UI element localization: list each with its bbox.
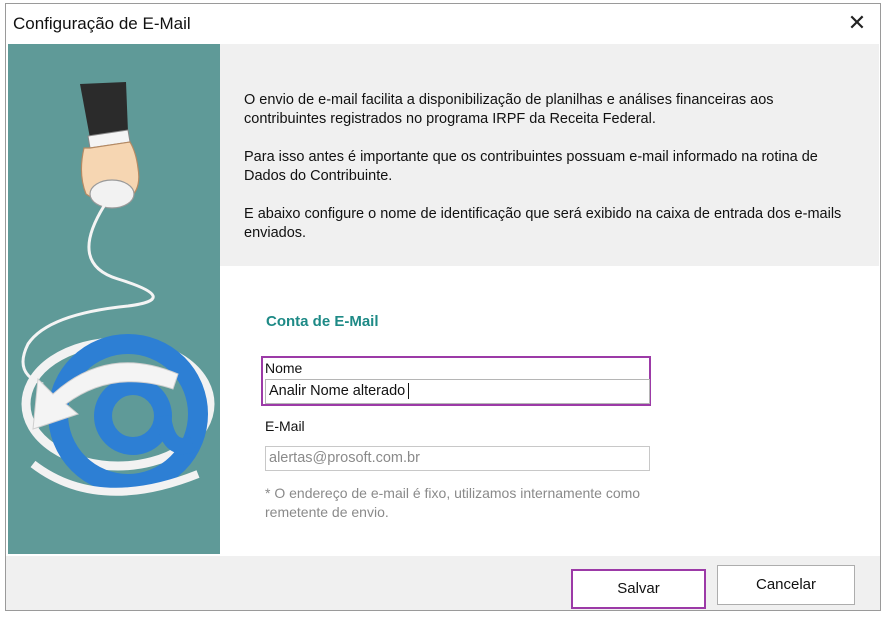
email-label: E-Mail [265,418,305,434]
name-input[interactable]: Analir Nome alterado [265,379,650,404]
dialog-footer: Salvar Cancelar [6,556,880,610]
email-note: * O endereço de e-mail é fixo, utilizamo… [265,485,641,520]
info-paragraph-1: O envio de e-mail facilita a disponibili… [244,92,774,127]
email-input-value: alertas@prosoft.com.br [269,450,420,466]
section-title: Conta de E-Mail [266,313,379,330]
save-button[interactable]: Salvar [571,569,706,609]
info-paragraph-2: Para isso antes é importante que os cont… [244,149,818,184]
sleeve-shape [80,82,128,138]
email-input[interactable]: alertas@prosoft.com.br [265,446,650,471]
side-illustration-panel [8,44,220,554]
email-config-dialog: Configuração de E-Mail ✕ O envio de e-ma… [5,3,881,611]
hand-mouse-email-at-illustration [21,82,215,496]
window-title: Configuração de E-Mail [13,14,191,33]
mouse-shape [89,179,135,209]
info-paragraph-3: E abaixo configure o nome de identificaç… [244,206,842,241]
cancel-button[interactable]: Cancelar [717,565,855,605]
info-panel: O envio de e-mail facilita a disponibili… [220,44,879,266]
email-account-form: Conta de E-Mail Nome Analir Nome alterad… [220,266,879,554]
title-bar: Configuração de E-Mail ✕ [6,4,880,42]
name-label: Nome [265,360,303,376]
at-inner-ring [94,377,172,455]
text-caret [408,383,410,400]
close-icon[interactable]: ✕ [834,4,880,42]
name-input-value: Analir Nome alterado [269,383,406,399]
